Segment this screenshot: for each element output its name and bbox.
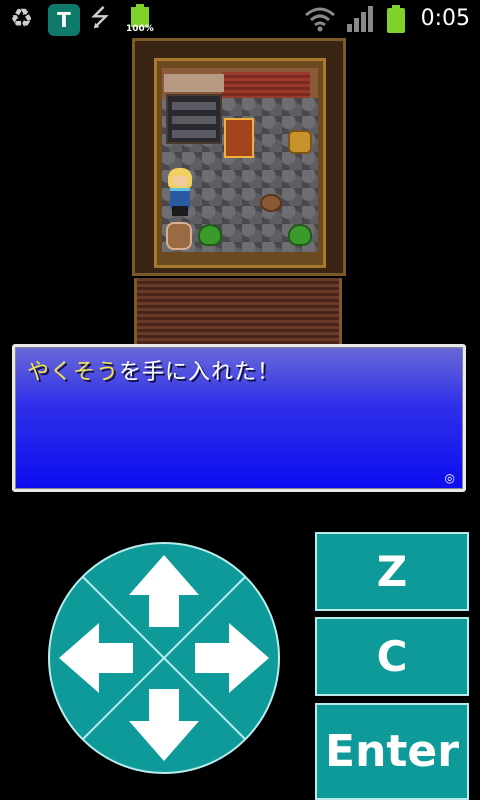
player-character (166, 168, 194, 216)
clock: 0:05 (420, 6, 470, 31)
battery-icon (387, 5, 405, 33)
herb-plant (198, 224, 222, 246)
dpad[interactable] (47, 541, 281, 775)
chair (224, 118, 254, 158)
bed-blanket (222, 72, 310, 98)
message-window[interactable]: やくそうを手に入れた！ ◎ (12, 344, 466, 492)
item-name: やくそう (27, 360, 120, 385)
battery-percent-label: 100% (126, 24, 154, 34)
wifi-icon (305, 7, 335, 32)
shelf-top (164, 74, 224, 92)
wooden-walkway (134, 278, 342, 344)
enter-button[interactable]: Enter (315, 703, 469, 800)
message-text: やくそうを手に入れた！ (27, 359, 280, 387)
shield-letter: T (57, 8, 71, 32)
c-button[interactable]: C (315, 617, 469, 696)
status-bar: ♻ T ⭍ 100% 0:05 (0, 0, 480, 38)
shield-app-icon: T (48, 4, 80, 36)
herb-plant (288, 224, 312, 246)
usb-icon: ⭍ (90, 4, 110, 32)
recycle-icon: ♻ (10, 4, 34, 34)
message-suffix: を手に入れた！ (119, 360, 281, 385)
signal-icon (347, 6, 373, 32)
dresser (166, 94, 222, 144)
z-button[interactable]: Z (315, 532, 469, 611)
stool (260, 194, 282, 212)
continue-cursor-icon: ◎ (444, 471, 455, 485)
game-map (0, 38, 480, 344)
basket (288, 130, 312, 154)
barrel (166, 222, 192, 250)
